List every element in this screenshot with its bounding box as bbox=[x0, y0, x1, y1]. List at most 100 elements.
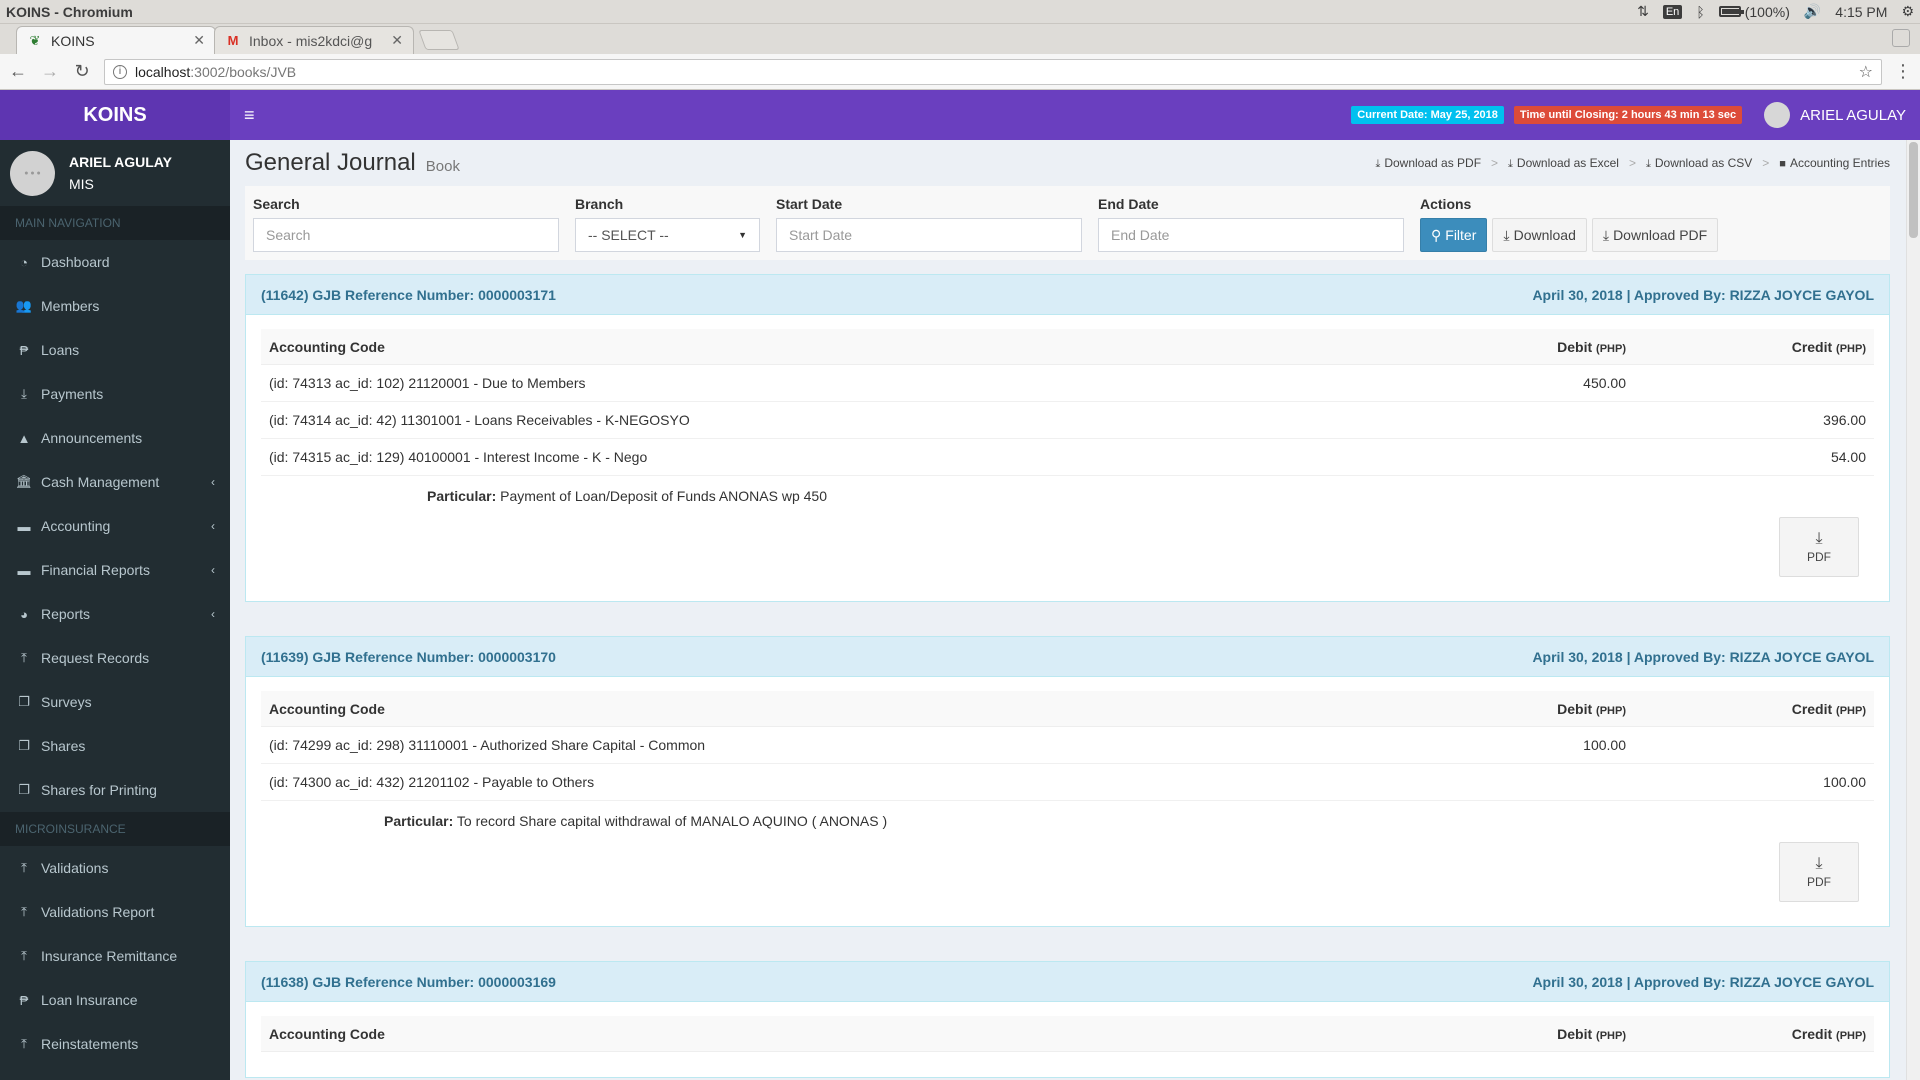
network-icon[interactable]: ⇅ bbox=[1637, 3, 1649, 20]
sidebar-item-insurance-remittance[interactable]: ⤒ Insurance Remittance bbox=[0, 934, 230, 978]
forward-arrow-icon[interactable]: → bbox=[40, 61, 60, 82]
download-excel-link[interactable]: ⤓ Download as Excel bbox=[1508, 156, 1619, 171]
download-pdf-link[interactable]: ⤓ Download as PDF bbox=[1375, 156, 1481, 171]
sidebar-item-loan-insurance[interactable]: ₱ Loan Insurance bbox=[0, 978, 230, 1022]
chevron-down-icon: ▼ bbox=[738, 230, 747, 240]
current-date-badge: Current Date: May 25, 2018 bbox=[1351, 106, 1504, 124]
sidebar-item-request-records[interactable]: ⤒ Request Records bbox=[0, 636, 230, 680]
bookmark-star-icon[interactable]: ☆ bbox=[1859, 62, 1873, 82]
journal-entries: (11642) GJB Reference Number: 0000003171… bbox=[245, 274, 1890, 1078]
new-tab-button[interactable] bbox=[418, 30, 460, 50]
filter-button[interactable]: ⚲ Filter bbox=[1420, 218, 1488, 252]
credit-cell: 54.00 bbox=[1830, 449, 1866, 465]
sidebar-item-shares[interactable]: ❐ Shares bbox=[0, 724, 230, 768]
entry-reference[interactable]: (11639) GJB Reference Number: 0000003170 bbox=[261, 649, 556, 665]
sidebar-item-label: Validations Report bbox=[41, 904, 155, 920]
entry-reference[interactable]: (11638) GJB Reference Number: 0000003169 bbox=[261, 974, 556, 990]
profile-icon[interactable] bbox=[1892, 29, 1910, 47]
sidebar-item-label: Shares bbox=[41, 738, 86, 754]
col-debit-label: Debit bbox=[1557, 338, 1593, 355]
sidebar-item-loans[interactable]: ₱ Loans bbox=[0, 328, 230, 372]
browser-toolbar: ← → ↻ i localhost :3002/books/JVB ☆ ⋮ bbox=[0, 54, 1920, 90]
keyboard-layout-indicator[interactable]: En bbox=[1662, 4, 1683, 19]
back-arrow-icon[interactable]: ← bbox=[8, 61, 28, 82]
reload-icon[interactable]: ↻ bbox=[72, 61, 92, 82]
download-csv-link[interactable]: ⤓ Download as CSV bbox=[1646, 156, 1752, 171]
address-bar[interactable]: i localhost :3002/books/JVB ☆ bbox=[104, 58, 1882, 85]
scrollbar-thumb[interactable] bbox=[1909, 142, 1918, 238]
battery-indicator[interactable]: (100%) bbox=[1718, 4, 1790, 20]
entry-pdf-button[interactable]: ⤓ PDF bbox=[1779, 517, 1859, 577]
sidebar-toggle-icon[interactable]: ≡ bbox=[244, 105, 264, 126]
entry-body: Accounting Code Debit (PHP) Credit (PHP) (i… bbox=[246, 677, 1889, 926]
micro-nav-list: ⤒ Validations ⤒ Validations Report ⤒ Insuranc… bbox=[0, 846, 230, 1066]
sidebar-item-label: Request Records bbox=[41, 650, 150, 666]
accounting-entries-link[interactable]: ■ Accounting Entries bbox=[1779, 156, 1890, 170]
sidebar-item-dashboard[interactable]: ◔ Dashboard bbox=[0, 240, 230, 284]
bluetooth-icon[interactable]: ᛒ bbox=[1696, 4, 1704, 20]
content-header: General Journal Book ⤓ Download as PDF > … bbox=[245, 140, 1890, 186]
close-icon[interactable]: ✕ bbox=[193, 32, 205, 49]
close-icon[interactable]: ✕ bbox=[391, 32, 403, 49]
browser-menu-icon[interactable]: ⋮ bbox=[1894, 61, 1912, 82]
sidebar-item-financial-reports[interactable]: ▬ Financial Reports ‹ bbox=[0, 548, 230, 592]
table-row: (id: 74315 ac_id: 129) 40100001 - Intere… bbox=[261, 439, 1874, 476]
branch-select[interactable]: -- SELECT -- ▼ bbox=[575, 218, 760, 252]
particular-label: Particular: bbox=[384, 813, 454, 829]
user-menu-name[interactable]: ARIEL AGULAY bbox=[1800, 107, 1906, 124]
url-path: :3002/books/JVB bbox=[190, 63, 297, 80]
particular: Particular: Payment of Loan/Deposit of F… bbox=[261, 476, 1874, 504]
volume-icon[interactable]: 🔊 bbox=[1804, 3, 1821, 20]
table-header: Accounting Code Debit (PHP) Credit (PHP) bbox=[261, 691, 1874, 727]
sidebar-item-payments[interactable]: ⤓ Payments bbox=[0, 372, 230, 416]
end-date-label: End Date bbox=[1098, 196, 1159, 212]
download-icon: ⤓ bbox=[1508, 157, 1513, 170]
user-panel: ● ● ● ARIEL AGULAY MIS bbox=[0, 140, 230, 206]
page-scrollbar[interactable] bbox=[1906, 140, 1920, 1080]
particular-text: To record Share capital withdrawal of MA… bbox=[456, 813, 888, 829]
accounting-code-cell: (id: 74314 ac_id: 42) 11301001 - Loans R… bbox=[269, 412, 690, 428]
sidebar-item-accounting[interactable]: ▬ Accounting ‹ bbox=[0, 504, 230, 548]
sidebar-item-announcements[interactable]: ▲ Announcements bbox=[0, 416, 230, 460]
window-title: KOINS - Chromium bbox=[6, 3, 133, 20]
sidebar-item-members[interactable]: 👥 Members bbox=[0, 284, 230, 328]
search-input[interactable]: Search bbox=[253, 218, 559, 252]
col-debit-label: Debit bbox=[1557, 700, 1593, 717]
info-icon[interactable]: i bbox=[113, 64, 127, 79]
upload-icon: ⤒ bbox=[21, 650, 27, 665]
end-date-input[interactable]: End Date bbox=[1098, 218, 1404, 252]
download-button[interactable]: ⤓ Download bbox=[1492, 218, 1587, 252]
credit-card-icon: ▬ bbox=[17, 518, 31, 534]
col-credit-label: Credit bbox=[1791, 338, 1833, 355]
col-accounting-code: Accounting Code bbox=[269, 1025, 385, 1042]
sidebar-item-validations[interactable]: ⤒ Validations bbox=[0, 846, 230, 890]
table-row: (id: 74314 ac_id: 42) 11301001 - Loans R… bbox=[261, 402, 1874, 439]
sidebar-item-reports[interactable]: ◕ Reports ‹ bbox=[0, 592, 230, 636]
sidebar-item-label: Shares for Printing bbox=[41, 782, 157, 798]
sidebar-item-cash-management[interactable]: 🏛 Cash Management ‹ bbox=[0, 460, 230, 504]
url-host: localhost bbox=[135, 63, 191, 80]
avatar[interactable] bbox=[1764, 102, 1791, 128]
sidebar-item-surveys[interactable]: ❐ Surveys bbox=[0, 680, 230, 724]
chevron-left-icon: ‹ bbox=[211, 607, 215, 621]
sidebar-item-label: Loan Insurance bbox=[41, 992, 138, 1008]
bank-icon: 🏛 bbox=[15, 474, 33, 489]
browser-tab-inbox[interactable]: M Inbox - mis2kdci@g ✕ bbox=[214, 26, 414, 54]
sidebar-item-reinstatements[interactable]: ⤒ Reinstatements bbox=[0, 1022, 230, 1066]
download-icon: ⤓ bbox=[1815, 530, 1823, 547]
branch-label: Branch bbox=[575, 196, 624, 212]
breadcrumb: ⤓ Download as PDF > ⤓ Download as Excel > … bbox=[1375, 155, 1890, 171]
chevron-left-icon: ‹ bbox=[211, 563, 215, 577]
user-name: ARIEL AGULAY bbox=[69, 154, 172, 170]
browser-tab-koins[interactable]: ❦ KOINS ✕ bbox=[16, 26, 216, 54]
settings-gear-icon[interactable]: ⚙ bbox=[1901, 3, 1914, 20]
entry-pdf-button[interactable]: ⤓ PDF bbox=[1779, 842, 1859, 902]
sidebar-item-shares-for-printing[interactable]: ❐ Shares for Printing bbox=[0, 768, 230, 812]
sidebar-item-validations-report[interactable]: ⤒ Validations Report bbox=[0, 890, 230, 934]
start-date-input[interactable]: Start Date bbox=[776, 218, 1082, 252]
download-pdf-button[interactable]: ⤓ Download PDF bbox=[1591, 218, 1719, 252]
entry-reference[interactable]: (11642) GJB Reference Number: 0000003171 bbox=[261, 287, 556, 303]
brand-logo[interactable]: KOINS bbox=[0, 90, 230, 140]
entry-header: (11638) GJB Reference Number: 0000003169… bbox=[246, 962, 1889, 1002]
clock[interactable]: 4:15 PM bbox=[1835, 4, 1887, 20]
